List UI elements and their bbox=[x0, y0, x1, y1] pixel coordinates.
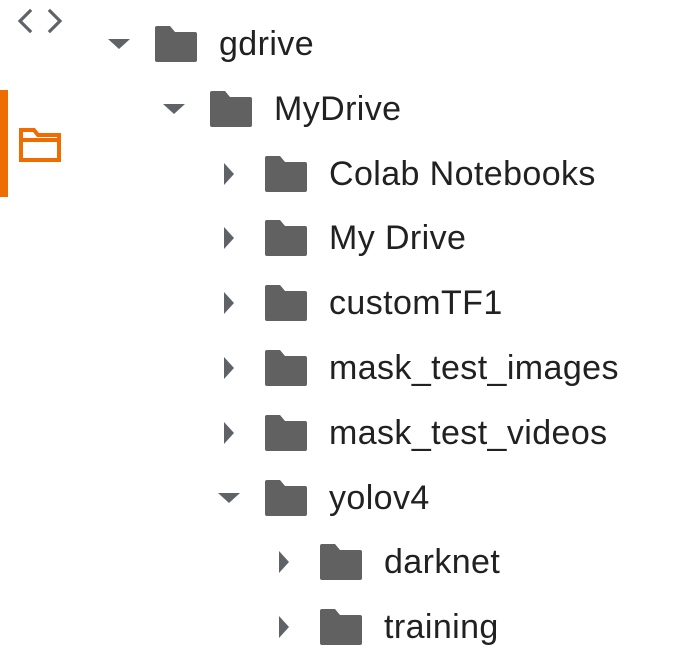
tree-row[interactable]: mask_test_images bbox=[209, 336, 619, 400]
tree-row[interactable]: training bbox=[264, 595, 499, 659]
expand-arrow-icon[interactable] bbox=[264, 542, 304, 582]
expand-arrow-icon[interactable] bbox=[209, 283, 249, 323]
expand-arrow-icon[interactable] bbox=[209, 413, 249, 453]
file-tree: gdrive MyDrive Colab Notebooks My Drive cust… bbox=[0, 0, 679, 669]
expand-arrow-icon[interactable] bbox=[264, 607, 304, 647]
tree-item-label: yolov4 bbox=[329, 479, 430, 517]
tree-item-label: My Drive bbox=[329, 219, 467, 257]
folder-icon bbox=[155, 26, 197, 62]
folder-icon bbox=[320, 609, 362, 645]
expand-arrow-icon[interactable] bbox=[209, 154, 249, 194]
tree-item-label: mask_test_videos bbox=[329, 414, 608, 452]
folder-icon bbox=[265, 220, 307, 256]
folder-icon bbox=[265, 285, 307, 321]
tree-item-label: MyDrive bbox=[274, 90, 402, 128]
folder-icon bbox=[265, 350, 307, 386]
collapse-arrow-icon[interactable] bbox=[99, 24, 139, 64]
tree-row[interactable]: gdrive bbox=[99, 12, 314, 76]
tree-item-label: darknet bbox=[384, 543, 501, 581]
collapse-arrow-icon[interactable] bbox=[154, 89, 194, 129]
expand-arrow-icon[interactable] bbox=[209, 218, 249, 258]
folder-icon bbox=[265, 480, 307, 516]
expand-arrow-icon[interactable] bbox=[209, 348, 249, 388]
collapse-arrow-icon[interactable] bbox=[209, 478, 249, 518]
tree-row[interactable]: customTF1 bbox=[209, 271, 503, 335]
tree-row[interactable]: Colab Notebooks bbox=[209, 142, 596, 206]
tree-row[interactable]: mask_test_videos bbox=[209, 401, 608, 465]
tree-item-label: training bbox=[384, 608, 499, 646]
tree-item-label: Colab Notebooks bbox=[329, 155, 596, 193]
folder-icon bbox=[265, 415, 307, 451]
tree-row[interactable]: yolov4 bbox=[209, 466, 430, 530]
tree-row[interactable]: darknet bbox=[264, 530, 500, 594]
tree-row[interactable]: My Drive bbox=[209, 206, 466, 270]
folder-icon bbox=[320, 544, 362, 580]
folder-icon bbox=[265, 156, 307, 192]
folder-icon bbox=[210, 91, 252, 127]
tree-item-label: gdrive bbox=[219, 25, 315, 63]
tree-item-label: customTF1 bbox=[329, 284, 503, 322]
tree-row[interactable]: MyDrive bbox=[154, 77, 401, 141]
tree-item-label: mask_test_images bbox=[329, 349, 619, 387]
